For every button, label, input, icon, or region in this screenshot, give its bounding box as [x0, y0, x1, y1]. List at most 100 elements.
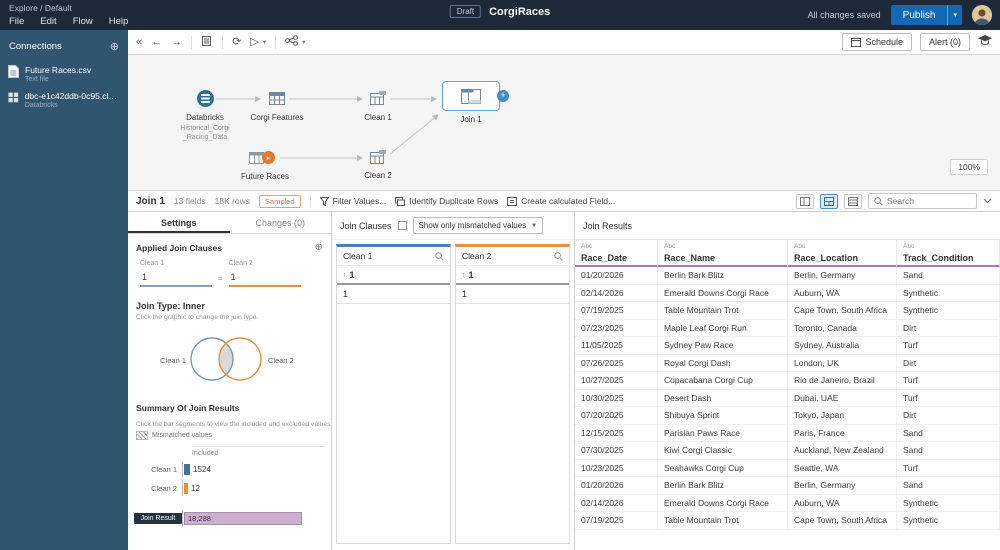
table-cell: London, UK [788, 354, 897, 372]
menu-edit[interactable]: Edit [40, 16, 56, 27]
table-row[interactable]: 07/19/2025 Table Mountain Trot Cape Town, … [575, 302, 1000, 320]
sampled-badge[interactable]: Sampled [259, 194, 301, 208]
bar-segment-join-result[interactable]: 18,288 [184, 511, 302, 525]
tab-settings[interactable]: Settings [128, 212, 230, 233]
table-row[interactable]: 10/23/2025 Seahawks Corgi Cup Seattle, WA T… [575, 459, 1000, 477]
collapse-pane-chevron-icon[interactable] [983, 198, 992, 204]
show-mismatched-checkbox[interactable] [397, 221, 407, 230]
bar-track: 18,288 [182, 510, 325, 526]
layout-options-icon[interactable] [285, 35, 298, 49]
refresh-flow-icon[interactable]: ⟳ [232, 36, 241, 48]
publish-button-label[interactable]: Publish [890, 5, 948, 25]
node-join1-selected[interactable] [442, 81, 500, 111]
view-toggle-split-icon[interactable] [820, 193, 838, 209]
table-row[interactable]: 07/19/2025 Table Mountain Trot Cape Town, … [575, 512, 1000, 530]
identify-duplicate-rows-label: Identify Duplicate Rows [409, 196, 499, 206]
table-cell: Copacabana Corgi Cup [658, 372, 788, 390]
create-calculated-field-button[interactable]: Create calculated Field... [507, 196, 615, 206]
redo-forward-icon[interactable]: → [171, 36, 182, 48]
clause-right-field[interactable]: 1 [228, 270, 301, 287]
publish-button[interactable]: Publish ▾ [890, 5, 962, 25]
join-settings-panel: Settings Changes (0) Applied Join Clause… [128, 212, 332, 550]
menu-help[interactable]: Help [109, 16, 129, 27]
column-header-race-location[interactable]: Abc Race_Location [788, 240, 897, 267]
node-clean1-label: Clean 1 [364, 113, 392, 122]
column-header-track-condition[interactable]: Abc Track_Condition [897, 240, 1000, 267]
table-row[interactable]: 02/14/2026 Emerald Downs Corgi Race Auburn… [575, 284, 1000, 302]
breadcrumb[interactable]: Explore / Default [9, 3, 72, 13]
identify-duplicate-rows-button[interactable]: Identify Duplicate Rows [395, 196, 498, 206]
filter-values-button[interactable]: Filter Values... [319, 196, 386, 206]
flow-canvas[interactable]: Databricks Historical_Corgi _Racing_Data… [128, 55, 1000, 190]
mismatched-filter-select[interactable]: Show only mismatched values ▼ [412, 217, 544, 234]
table-row[interactable]: 02/14/2026 Emerald Downs Corgi Race Auburn… [575, 494, 1000, 512]
join-clause-row[interactable]: Clean 1 1 = Clean 2 1 [128, 258, 331, 287]
node-clean2[interactable] [370, 150, 386, 168]
view-toggle-data-grid-icon[interactable] [844, 193, 862, 209]
menu-file[interactable]: File [9, 16, 24, 27]
search-icon[interactable] [435, 251, 444, 261]
connection-item-future-races[interactable]: Future Races.csv Text file [0, 61, 128, 87]
schedule-button[interactable]: Schedule [842, 33, 912, 51]
table-row[interactable]: 01/20/2026 Berlin Bark Blitz Berlin, Germa… [575, 477, 1000, 495]
avatar[interactable] [972, 5, 992, 25]
publish-dropdown-caret-icon[interactable]: ▾ [947, 5, 962, 25]
join-clauses-panel: Join Clauses Show only mismatched values… [332, 212, 575, 550]
connection-item-databricks[interactable]: dbc-e1c42ddb-0c95.cloud... Databricks [0, 87, 128, 113]
node-corgi-features[interactable] [269, 91, 285, 109]
clause-left-field[interactable]: 1 [140, 270, 212, 287]
table-row[interactable]: 10/27/2025 Copacabana Corgi Cup Rio de Jan… [575, 372, 1000, 390]
menu-flow[interactable]: Flow [73, 16, 93, 27]
summary-bar-join-result[interactable]: Join Result 18,288 [134, 510, 325, 526]
app-window: Explore / Default File Edit Flow Help Dr… [0, 0, 1000, 550]
table-row[interactable]: 07/20/2025 Shibuya Sprint Tokyo, Japan Dirt [575, 407, 1000, 425]
learning-cap-icon[interactable] [978, 35, 992, 49]
connection-texts: dbc-e1c42ddb-0c95.cloud... Databricks [25, 91, 120, 109]
table-cell: 02/14/2026 [575, 284, 658, 302]
run-flow-icon[interactable]: ▷ [250, 36, 258, 48]
bar-segment-clean2[interactable] [184, 482, 188, 494]
tab-changes[interactable]: Changes (0) [230, 212, 332, 233]
clean2-value-cell[interactable]: 1 [456, 285, 569, 304]
search-input[interactable] [887, 196, 971, 206]
clean1-value-cell[interactable]: 1 [337, 285, 450, 304]
table-row[interactable]: 07/23/2025 Maple Leaf Corgi Run Toronto, C… [575, 319, 1000, 337]
view-toggle-profile-icon[interactable] [796, 193, 814, 209]
table-cell: Sand [897, 477, 1000, 495]
clean2-field-header[interactable]: ↑ 1 [456, 266, 569, 285]
node-clean1[interactable] [370, 91, 386, 109]
table-cell: Sand [897, 267, 1000, 285]
summary-bar-clean1[interactable]: Clean 1 1524 [134, 461, 325, 477]
summary-bar-clean2[interactable]: Clean 2 12 [134, 480, 325, 496]
search-box[interactable] [868, 193, 977, 209]
add-join-clause-icon[interactable]: ⊕ [315, 242, 323, 253]
run-flow-caret-icon[interactable]: ▾ [263, 38, 266, 46]
bar-segment-clean1[interactable] [184, 463, 190, 475]
search-icon[interactable] [554, 251, 563, 261]
undo-back-icon[interactable]: ← [151, 36, 162, 48]
table-row[interactable]: 07/30/2025 Kiwi Corgi Classic Auckland, Ne… [575, 442, 1000, 460]
clean1-field-header[interactable]: ↑ 1 [337, 266, 450, 285]
table-row[interactable]: 11/05/2025 Sydney Paw Race Sydney, Austral… [575, 337, 1000, 355]
table-row[interactable]: 01/20/2026 Berlin Bark Blitz Berlin, Germa… [575, 267, 1000, 285]
node-databricks[interactable] [197, 90, 214, 107]
table-row[interactable]: 12/15/2025 Parisian Paws Race Paris, Franc… [575, 424, 1000, 442]
table-cell: Sand [897, 424, 1000, 442]
zoom-level[interactable]: 100% [950, 159, 988, 175]
layout-options-caret-icon[interactable]: ▾ [302, 38, 305, 46]
refresh-data-icon[interactable] [201, 35, 213, 50]
collapse-connections-pane-icon[interactable]: « [136, 36, 142, 48]
table-cell: 02/14/2026 [575, 494, 658, 512]
clean-node-icon [370, 91, 386, 105]
add-connection-icon[interactable]: ⊕ [110, 40, 119, 53]
column-header-race-name[interactable]: Abc Race_Name [658, 240, 788, 267]
add-step-plus-icon[interactable]: + [497, 90, 509, 102]
table-row[interactable]: 10/30/2025 Desert Dash Dubai, UAE Turf [575, 389, 1000, 407]
join-type-venn[interactable]: Clean 1 Clean 2 [128, 323, 331, 399]
column-header-race-date[interactable]: Abc Race_Date [575, 240, 658, 267]
step-status-bar: Join 1 13 fields 18K rows Sampled Filter… [128, 190, 1000, 212]
join-results-body[interactable]: 01/20/2026 Berlin Bark Blitz Berlin, Germa… [575, 267, 1000, 537]
table-cell: Maple Leaf Corgi Run [658, 319, 788, 337]
table-row[interactable]: 07/26/2025 Royal Corgi Dash London, UK Dirt [575, 354, 1000, 372]
alert-button[interactable]: Alert (0) [919, 33, 970, 51]
